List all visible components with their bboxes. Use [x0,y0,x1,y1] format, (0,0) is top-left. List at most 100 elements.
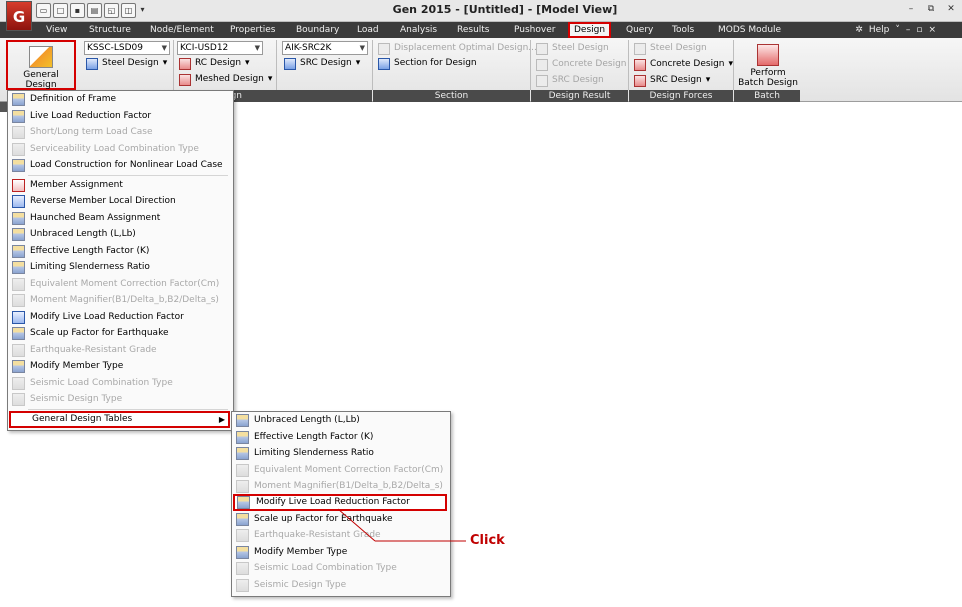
src-design-icon [284,57,296,70]
load-case-icon [12,126,25,139]
menu-design[interactable]: Design [568,22,612,38]
forces-concrete-icon [634,58,646,71]
submenu-item-seismic-combination[interactable]: Seismic Load Combination Type [232,560,448,577]
save-icon[interactable]: ▪ [70,3,85,18]
forces-src-design-button[interactable]: SRC Design ▾ [634,73,710,88]
help-chevron-icon[interactable]: ˅ [895,22,900,38]
unbraced-icon [236,414,249,427]
submenu-item-equivalent-moment[interactable]: Equivalent Moment Correction Factor(Cm) [232,462,448,479]
submenu-item-earthquake-grade[interactable]: Earthquake-Resistant Grade [232,527,448,544]
menu-item-reverse-member[interactable]: Reverse Member Local Direction [8,193,231,210]
submenu-item-modify-live-load[interactable]: Modify Live Load Reduction Factor [233,494,447,511]
forces-steel-design-button[interactable]: Steel Design [634,41,707,56]
forces-steel-label: Steel Design [650,43,707,53]
ribbon-separator [530,40,531,90]
modify-load-icon [12,311,25,324]
result-src-design-button[interactable]: SRC Design [536,73,604,88]
menu-item-earthquake-grade[interactable]: Earthquake-Resistant Grade [8,342,231,359]
menu-pushover[interactable]: Pushover [514,22,555,38]
menu-results[interactable]: Results [457,22,490,38]
ribbon-separator [628,40,629,90]
menu-boundary[interactable]: Boundary [296,22,339,38]
app-logo[interactable]: G [6,1,32,31]
general-design-parameter-button[interactable]: General Design Parameter ▾ [6,40,76,100]
restore-button[interactable]: ⧉ [924,3,938,16]
preview-icon[interactable]: ◱ [104,3,119,18]
submenu-arrow-icon: ▶ [218,415,225,424]
menu-item-member-assignment[interactable]: Member Assignment [8,177,231,194]
steel-design-button[interactable]: Steel Design ▾ [86,56,167,71]
displacement-optimal-design-button[interactable]: Displacement Optimal Design... [378,41,537,56]
menu-item-load-construction[interactable]: Load Construction for Nonlinear Load Cas… [8,157,231,174]
load-icon [12,110,25,123]
result-concrete-design-button[interactable]: Concrete Design [536,57,626,72]
menu-node-element[interactable]: Node/Element [150,22,214,38]
mdi-restore-button[interactable]: ▫ [916,22,922,38]
mdi-close-button[interactable]: × [928,22,936,38]
src-design-button[interactable]: SRC Design ▾ [284,56,360,71]
menu-item-definition-of-frame[interactable]: Definition of Frame [8,91,231,108]
close-button[interactable]: ✕ [944,3,958,16]
section-for-design-label: Section for Design [394,58,477,68]
copy-icon[interactable]: ◫ [121,3,136,18]
submenu-item-seismic-design-type[interactable]: Seismic Design Type [232,577,448,594]
seismic-type-icon [236,579,249,592]
menu-item-modify-live-load[interactable]: Modify Live Load Reduction Factor [8,309,231,326]
menu-item-unbraced-length[interactable]: Unbraced Length (L,Lb) [8,226,231,243]
menu-properties[interactable]: Properties [230,22,275,38]
rc-code-combo[interactable]: KCI-USD12 ▼ [177,41,263,55]
open-icon[interactable]: ▭ [36,3,51,18]
menu-item-serviceability-combination[interactable]: Serviceability Load Combination Type [8,141,231,158]
submenu-item-unbraced-length[interactable]: Unbraced Length (L,Lb) [232,412,448,429]
help-menu[interactable]: Help [869,22,890,38]
menu-item-equivalent-moment[interactable]: Equivalent Moment Correction Factor(Cm) [8,276,231,293]
submenu-item-effective-length[interactable]: Effective Length Factor (K) [232,429,448,446]
window-controls: – ⧉ ✕ [904,3,958,16]
help-icon[interactable]: ✲ [855,22,863,38]
meshed-design-button[interactable]: Meshed Design ▾ [179,72,272,87]
steel-code-combo[interactable]: KSSC-LSD09 ▼ [84,41,170,55]
menu-item-haunched-beam[interactable]: Haunched Beam Assignment [8,210,231,227]
menu-item-general-design-tables[interactable]: General Design Tables ▶ [9,411,230,428]
perform-batch-design-button[interactable]: Perform Batch Design [738,40,798,90]
result-concrete-label: Concrete Design [552,59,627,69]
slenderness-icon [12,261,25,274]
dropdown-arrow-icon: ▾ [162,58,168,68]
section-for-design-button[interactable]: Section for Design [378,56,477,71]
rc-design-button[interactable]: RC Design ▾ [179,56,250,71]
ribbon-separator [733,40,734,90]
seismic-combo-icon [236,562,249,575]
mdi-minimize-button[interactable]: – [906,22,911,38]
menu-item-moment-magnifier[interactable]: Moment Magnifier(B1/Delta_b,B2/Delta_s) [8,292,231,309]
forces-concrete-design-button[interactable]: Concrete Design ▾ [634,57,733,72]
menu-view[interactable]: View [46,22,67,38]
menu-structure[interactable]: Structure [89,22,131,38]
menu-item-seismic-design-type[interactable]: Seismic Design Type [8,391,231,408]
submenu-item-limiting-slenderness[interactable]: Limiting Slenderness Ratio [232,445,448,462]
submenu-item-scale-up-factor[interactable]: Scale up Factor for Earthquake [232,511,448,528]
menu-item-scale-up-factor[interactable]: Scale up Factor for Earthquake [8,325,231,342]
minimize-button[interactable]: – [904,3,918,16]
submenu-item-modify-member-type[interactable]: Modify Member Type [232,544,448,561]
menu-item-live-load-reduction[interactable]: Live Load Reduction Factor [8,108,231,125]
menu-load[interactable]: Load [357,22,379,38]
menu-item-limiting-slenderness[interactable]: Limiting Slenderness Ratio [8,259,231,276]
ribbon-separator [372,40,373,90]
dropdown-icon[interactable]: ▾ [138,3,147,16]
menu-item-short-long-term[interactable]: Short/Long term Load Case [8,124,231,141]
menu-item-seismic-combination[interactable]: Seismic Load Combination Type [8,375,231,392]
menu-query[interactable]: Query [626,22,653,38]
submenu-item-moment-magnifier[interactable]: Moment Magnifier(B1/Delta_b,B2/Delta_s) [232,478,448,495]
menu-item-effective-length[interactable]: Effective Length Factor (K) [8,243,231,260]
menu-tools[interactable]: Tools [672,22,694,38]
menu-bar: View Structure Node/Element Properties B… [0,22,962,38]
menu-item-modify-member-type[interactable]: Modify Member Type [8,358,231,375]
menu-analysis[interactable]: Analysis [400,22,437,38]
src-code-combo[interactable]: AIK-SRC2K ▼ [282,41,368,55]
new-icon[interactable]: □ [53,3,68,18]
result-steel-design-button[interactable]: Steel Design [536,41,609,56]
menu-mods-module[interactable]: MODS Module [718,22,781,38]
menu-separator [28,409,228,410]
print-icon[interactable]: ▤ [87,3,102,18]
meshed-design-label: Meshed Design [195,74,264,84]
